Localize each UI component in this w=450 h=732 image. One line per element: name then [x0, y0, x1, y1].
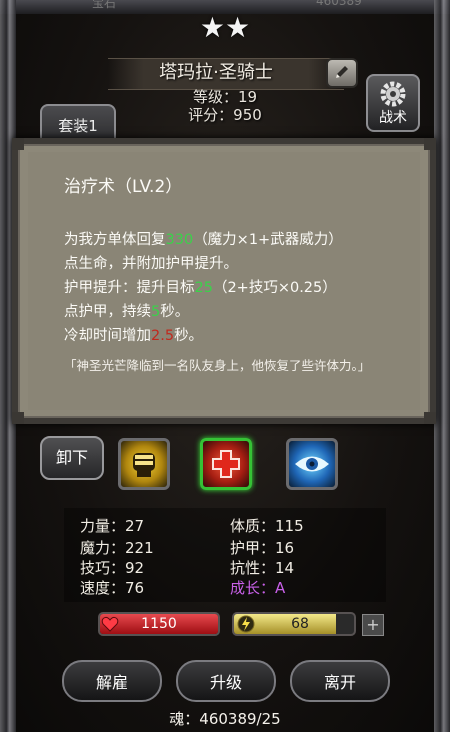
desc-text: 秒。: [160, 304, 190, 320]
desc-line-1: 为我方单体回复330（魔力×1+武器威力）: [64, 228, 404, 252]
stat-speed: 速度：76: [80, 579, 145, 597]
pencil-icon: [336, 66, 348, 78]
skill-description: 为我方单体回复330（魔力×1+武器威力） 点生命，并附加护甲提升。 护甲提升：…: [64, 228, 404, 348]
desc-text: （2+技巧×0.25）: [212, 280, 337, 296]
desc-line-4: 点护甲，持续5秒。: [64, 300, 404, 324]
heal-value: 330: [165, 232, 194, 248]
skill-slot-3[interactable]: [286, 438, 338, 490]
duration-value: 5: [151, 304, 161, 320]
stat-growth: 成长：A: [230, 579, 286, 597]
red-cross-icon: [212, 450, 240, 478]
edit-name-button[interactable]: [326, 58, 358, 88]
fist-icon: [133, 453, 155, 477]
desc-line-3: 护甲提升：提升目标25（2+技巧×0.25）: [64, 276, 404, 300]
unequip-button[interactable]: 卸下: [40, 436, 104, 480]
desc-text: 护甲提升：提升目标: [64, 280, 195, 296]
leave-button[interactable]: 离开: [290, 660, 390, 702]
desc-text: 秒。: [174, 328, 204, 344]
tooltip-corner: [12, 138, 24, 150]
eye-icon: [295, 456, 329, 472]
desc-text: 为我方单体回复: [64, 232, 166, 248]
hero-name: 塔玛拉·圣骑士: [159, 62, 273, 83]
desc-text: 点护甲，持续: [64, 304, 151, 320]
energy-value: 68: [291, 616, 309, 632]
top-faint-label-right: 460389: [316, 0, 362, 8]
stat-constitution: 体质：115: [230, 517, 304, 535]
frame-border-right: [434, 0, 450, 732]
soul-counter: 魂：460389/25: [169, 710, 281, 728]
desc-text: （魔力×1+武器威力）: [193, 232, 343, 248]
cooldown-value: 2.5: [151, 328, 175, 344]
skill-slot-1[interactable]: [118, 438, 170, 490]
tooltip-corner: [424, 412, 436, 424]
add-energy-button[interactable]: +: [362, 614, 384, 636]
hero-score: 评分：950: [188, 106, 262, 124]
desc-line-5: 冷却时间增加2.5秒。: [64, 324, 404, 348]
hp-value: 1150: [141, 616, 177, 632]
desc-text: 冷却时间增加: [64, 328, 151, 344]
stat-magic: 魔力：221: [80, 539, 154, 557]
tooltip-corner: [424, 138, 436, 150]
tactics-label: 战术: [379, 110, 407, 126]
tactics-button[interactable]: 战术: [366, 74, 420, 132]
tooltip-corner: [12, 412, 24, 424]
top-faint-label-left: 宝石: [92, 0, 117, 10]
dismiss-button[interactable]: 解雇: [62, 660, 162, 702]
armor-value: 25: [194, 280, 213, 296]
stat-strength: 力量：27: [80, 517, 145, 535]
stat-armor: 护甲：16: [230, 539, 295, 557]
stat-skill: 技巧：92: [80, 559, 145, 577]
hero-stars: ★★: [199, 11, 251, 44]
skill-title: 治疗术（LV.2）: [64, 177, 183, 197]
flavor-text: 「神圣光芒降临到一名队友身上，他恢复了些许体力。」: [64, 358, 371, 373]
desc-line-2: 点生命，并附加护甲提升。: [64, 256, 238, 272]
gear-icon: [380, 81, 406, 107]
upgrade-button[interactable]: 升级: [176, 660, 276, 702]
stat-resistance: 抗性：14: [230, 559, 295, 577]
skill-slot-2[interactable]: [200, 438, 252, 490]
